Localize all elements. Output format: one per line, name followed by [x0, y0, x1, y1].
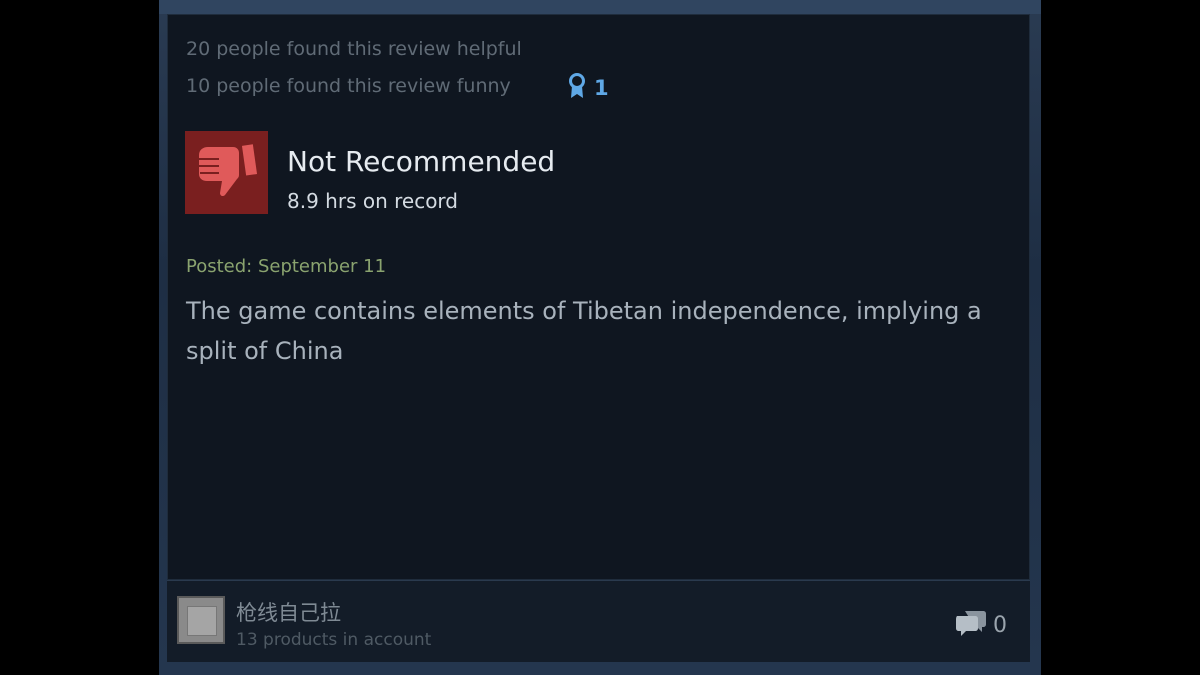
- award-ribbon-icon: [566, 72, 588, 104]
- comments-button[interactable]: 0: [955, 609, 1007, 641]
- award-count: 1: [594, 76, 609, 100]
- avatar-image: [187, 606, 217, 636]
- posted-date: Posted: September 11: [186, 256, 387, 277]
- award-badge[interactable]: 1: [566, 72, 609, 104]
- thumbs-down-icon: [195, 141, 259, 205]
- verdict-title: Not Recommended: [287, 145, 556, 178]
- header-strip: [159, 0, 1041, 14]
- comment-bubbles-icon: [955, 609, 987, 641]
- comment-count: 0: [993, 612, 1007, 638]
- helpful-count-text: 20 people found this review helpful: [186, 38, 522, 60]
- author-products-count: 13 products in account: [236, 630, 432, 650]
- thumbs-down-badge: [185, 131, 268, 214]
- funny-count-text: 10 people found this review funny: [186, 75, 511, 97]
- avatar[interactable]: [177, 596, 225, 644]
- hours-on-record: 8.9 hrs on record: [287, 189, 458, 213]
- review-body: The game contains elements of Tibetan in…: [186, 297, 982, 365]
- author-username[interactable]: 枪线自己拉: [236, 597, 341, 627]
